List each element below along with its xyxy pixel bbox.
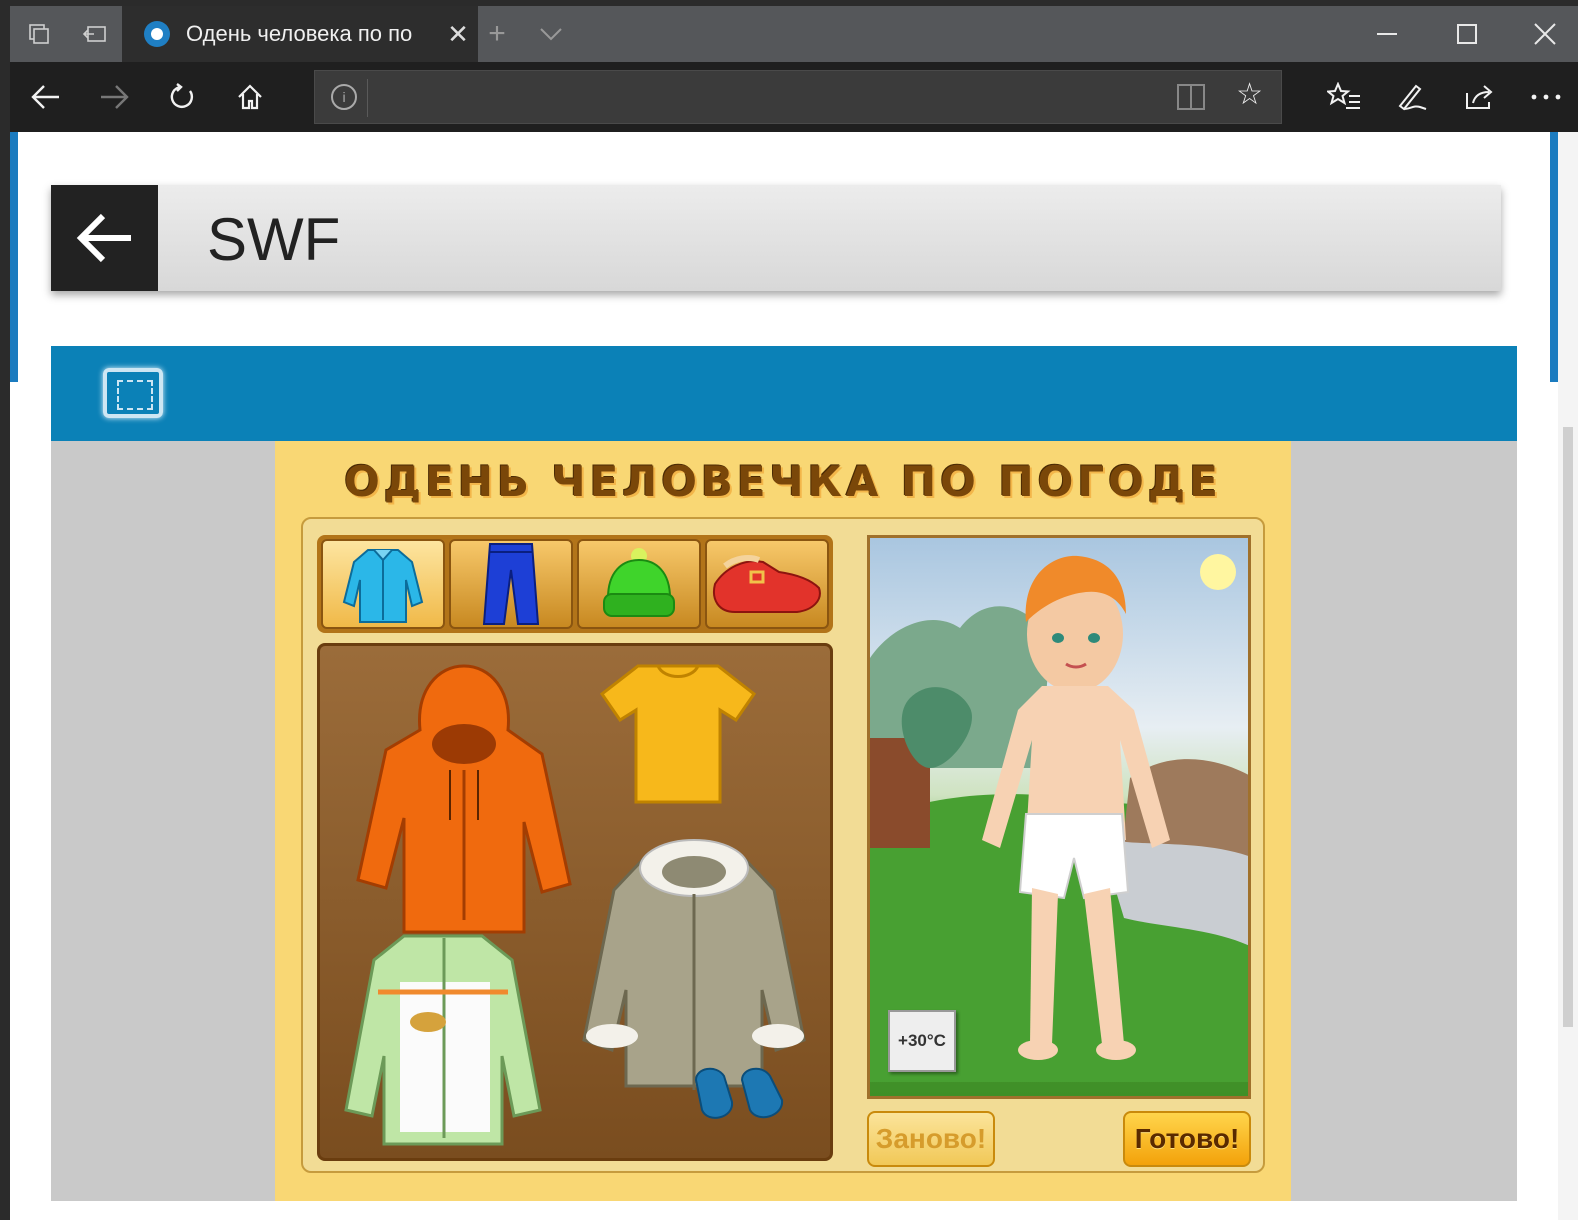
dressing-scene: +30°C [867, 535, 1251, 1099]
category-hat[interactable] [577, 539, 701, 629]
reading-view-icon[interactable] [1177, 84, 1205, 110]
close-window-icon[interactable] [1506, 6, 1578, 62]
set-aside-tabs-icon[interactable] [70, 6, 120, 62]
home-icon[interactable] [218, 62, 282, 132]
category-pants[interactable] [449, 539, 573, 629]
page-accent-left [10, 132, 18, 382]
game-panel: +30°C Заново! Готово! [301, 517, 1265, 1173]
tab-title: Одень человека по по [186, 21, 413, 46]
page-header: SWF [51, 185, 1501, 291]
blue-mittens[interactable] [690, 1060, 790, 1130]
orange-hoodie[interactable] [350, 660, 576, 936]
wardrobe [317, 643, 833, 1161]
hat-icon [603, 548, 675, 617]
favorite-star-icon[interactable]: ☆ [1236, 77, 1263, 112]
fullscreen-icon[interactable] [103, 368, 163, 418]
yellow-tshirt[interactable] [598, 660, 758, 810]
temperature-sign: +30°C [888, 1010, 956, 1072]
share-icon[interactable] [1448, 62, 1512, 132]
tab-bar: Одень человека по по ✕ + [10, 6, 1578, 62]
back-arrow-icon[interactable] [14, 62, 78, 132]
info-icon[interactable]: i [331, 84, 357, 110]
address-bar[interactable]: i ☆ [314, 70, 1282, 124]
tab-active[interactable]: Одень человека по по ✕ [122, 6, 478, 62]
swf-toolbar [51, 346, 1517, 441]
maximize-icon[interactable] [1428, 6, 1506, 62]
pen-notes-icon[interactable] [1380, 62, 1444, 132]
done-button[interactable]: Готово! [1123, 1111, 1251, 1167]
address-divider [367, 79, 368, 117]
navigation-bar: i ☆ [10, 62, 1578, 132]
pants-icon [482, 543, 540, 625]
new-tab-button[interactable]: + [472, 6, 522, 62]
favorites-list-icon[interactable] [1312, 62, 1376, 132]
forward-arrow-icon[interactable] [82, 62, 146, 132]
light-green-jacket[interactable] [338, 932, 548, 1146]
game-area: ОДЕНЬ ЧЕЛОВЕЧКА ПО ПОГОДЕ +30°C Заново! … [275, 441, 1291, 1201]
more-menu-icon[interactable] [1516, 62, 1576, 132]
page-accent-right [1550, 132, 1558, 382]
tab-preview-icon[interactable] [14, 6, 64, 62]
refresh-icon[interactable] [150, 62, 214, 132]
page-scrollbar[interactable] [1558, 132, 1578, 1220]
minimize-icon[interactable] [1348, 6, 1426, 62]
header-back-button[interactable] [51, 185, 158, 291]
shoe-icon [713, 555, 821, 613]
category-bar [317, 535, 833, 633]
category-jacket[interactable] [321, 539, 445, 629]
scrollbar-thumb[interactable] [1563, 427, 1573, 1027]
page-title: SWF [207, 206, 341, 273]
game-title: ОДЕНЬ ЧЕЛОВЕЧКА ПО ПОГОДЕ [344, 457, 1222, 506]
category-shoes[interactable] [705, 539, 829, 629]
chevron-down-icon[interactable] [526, 6, 576, 62]
drupal-icon [144, 21, 170, 47]
jacket-icon [342, 549, 424, 623]
reset-button[interactable]: Заново! [867, 1111, 995, 1167]
